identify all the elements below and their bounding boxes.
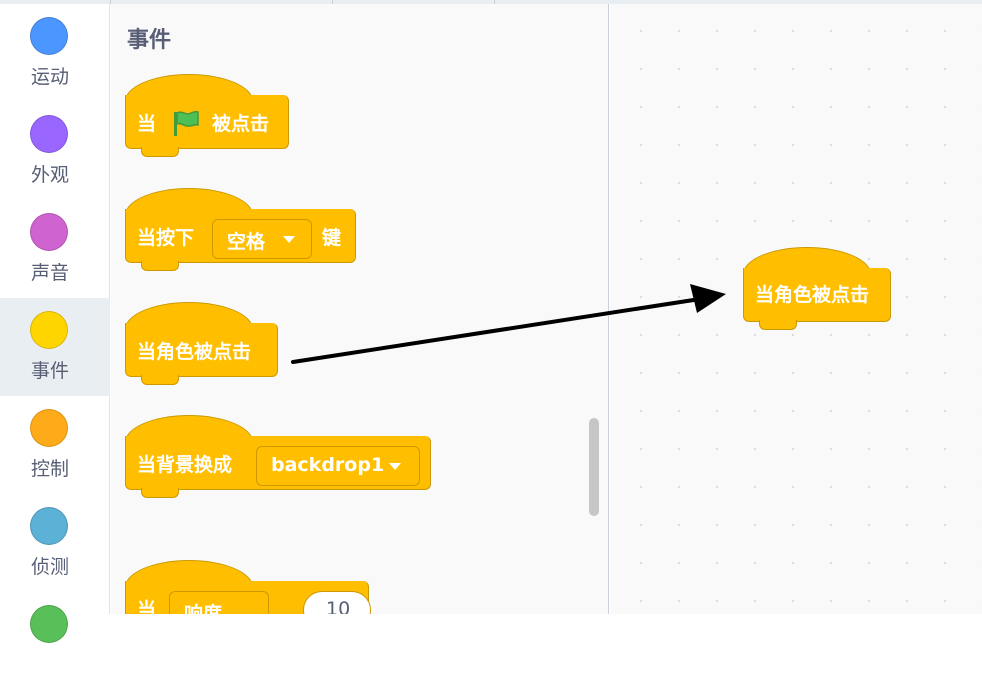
category-label: 声音 [30, 262, 69, 284]
category-looks[interactable]: 外观 [0, 102, 110, 200]
block-text: 被点击 [212, 113, 270, 135]
category-label: 运动 [30, 66, 69, 88]
block-text: 键 [322, 227, 342, 249]
palette-section-title: 事件 [127, 28, 172, 53]
block-text: 当背景换成 [137, 454, 233, 476]
category-sound[interactable]: 声音 [0, 200, 110, 298]
caret-down-icon [283, 236, 295, 243]
block-text: 当 [137, 599, 157, 614]
sensing-category-icon [30, 507, 68, 545]
motion-category-icon [30, 17, 68, 55]
block-notch [141, 261, 179, 271]
category-label: 事件 [30, 360, 69, 382]
category-sensing[interactable]: 侦测 [0, 494, 110, 592]
dropdown-value: 响度 [184, 603, 223, 614]
block-text: 当 [137, 113, 157, 135]
category-label: 控制 [30, 458, 69, 480]
category-motion[interactable]: 运动 [0, 4, 110, 102]
category-control[interactable]: 控制 [0, 396, 110, 494]
category-label: 外观 [30, 164, 69, 186]
block-palette: 事件 当 被点击 当按下 空格 键 当角色被点击 当背景换成 backdrop1… [111, 4, 609, 614]
dropdown-value: backdrop1 [271, 454, 385, 476]
caret-down-icon [389, 463, 401, 470]
dropdown-value: 空格 [227, 231, 266, 253]
block-notch [141, 488, 179, 498]
block-text: 当角色被点击 [137, 341, 252, 363]
category-label: 侦测 [30, 556, 69, 578]
green-flag-icon [174, 110, 199, 136]
number-value: 10 [326, 598, 351, 614]
looks-category-icon [30, 115, 68, 153]
block-text: 当按下 [137, 227, 195, 249]
block-notch [759, 320, 797, 330]
category-operators[interactable] [0, 592, 110, 690]
operators-category-icon [30, 605, 68, 643]
script-workspace[interactable]: 当角色被点击 [610, 4, 982, 614]
control-category-icon [30, 409, 68, 447]
block-notch [141, 375, 179, 385]
category-events[interactable]: 事件 [0, 298, 110, 396]
backdrop-dropdown[interactable]: backdrop1 [256, 446, 420, 486]
events-category-icon [30, 311, 68, 349]
number-input[interactable]: 10 [303, 591, 371, 614]
block-text: 当角色被点击 [755, 284, 870, 306]
sound-category-icon [30, 213, 68, 251]
key-dropdown[interactable]: 空格 [212, 219, 312, 259]
sensor-dropdown[interactable]: 响度 [169, 591, 269, 614]
palette-scrollbar[interactable] [589, 418, 599, 516]
block-notch [141, 147, 179, 157]
category-menu: 运动 外观 声音 事件 控制 侦测 [0, 4, 110, 643]
